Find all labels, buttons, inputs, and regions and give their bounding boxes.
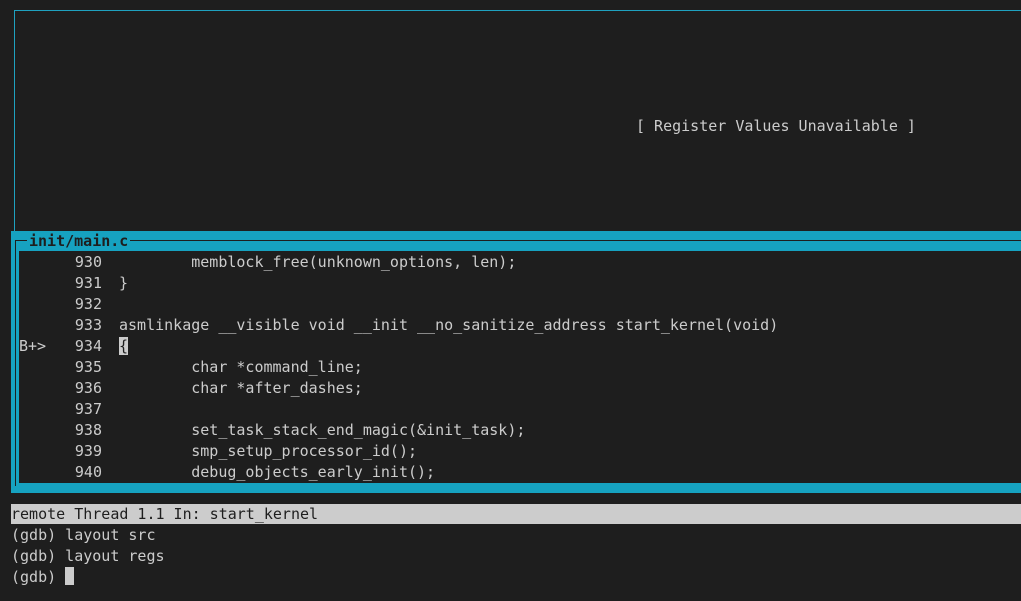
breakpoint-marker: [19, 252, 66, 273]
current-line-cursor: {: [119, 337, 129, 355]
line-number: 933: [74, 316, 102, 334]
breakpoint-marker: [19, 420, 66, 441]
command-window[interactable]: (gdb) layout src (gdb) layout regs (gdb): [11, 525, 1021, 588]
command-history-line: (gdb) layout src: [11, 526, 156, 544]
source-line[interactable]: 933 asmlinkage __visible void __init __no…: [19, 315, 1021, 336]
prompt-text: (gdb): [11, 568, 57, 586]
breakpoint-marker: [19, 441, 66, 462]
breakpoint-marker: [19, 357, 66, 378]
line-number: 932: [74, 295, 102, 313]
breakpoint-marker: [19, 294, 66, 315]
breakpoint-marker: B+>: [19, 337, 47, 355]
source-line[interactable]: 932: [19, 294, 1021, 315]
status-bar: remote Thread 1.1 In: start_kernel: [11, 504, 1021, 524]
source-frame-left: [15, 240, 16, 486]
register-unavailable-message: [ Register Values Unavailable ]: [636, 117, 916, 135]
terminal-window: [ Register Values Unavailable ] init/mai…: [0, 0, 1021, 601]
line-number: 939: [74, 442, 102, 460]
code-text: set_task_stack_end_magic(&init_task);: [119, 421, 526, 439]
source-line[interactable]: B+> 934 {: [19, 336, 1021, 357]
source-line[interactable]: 936 char *after_dashes;: [19, 378, 1021, 399]
breakpoint-marker: [19, 315, 66, 336]
code-text: memblock_free(unknown_options, len);: [119, 253, 517, 271]
code-text: asmlinkage __visible void __init __no_sa…: [119, 316, 779, 334]
code-text: char *after_dashes;: [119, 379, 363, 397]
line-number: 938: [74, 421, 102, 439]
code-text: debug_objects_early_init();: [119, 463, 436, 481]
line-number: 940: [74, 463, 102, 481]
source-line[interactable]: 939 smp_setup_processor_id();: [19, 441, 1021, 462]
source-code-lines[interactable]: 930 memblock_free(unknown_options, len);…: [19, 252, 1021, 483]
source-line[interactable]: 940 debug_objects_early_init();: [19, 462, 1021, 483]
line-number: 935: [74, 358, 102, 376]
line-number: 931: [74, 274, 102, 292]
source-frame-top: [15, 240, 1021, 241]
command-history-line: (gdb) layout regs: [11, 547, 165, 565]
line-number: 937: [74, 400, 102, 418]
line-number: 934: [74, 337, 102, 355]
breakpoint-marker: [19, 378, 66, 399]
source-filename-title: init/main.c: [27, 231, 131, 251]
breakpoint-marker: [19, 273, 66, 294]
source-line[interactable]: 931}: [19, 273, 1021, 294]
text-cursor[interactable]: [65, 567, 75, 585]
current-code-text: {: [119, 336, 129, 357]
source-line[interactable]: 938 set_task_stack_end_magic(&init_task)…: [19, 420, 1021, 441]
code-text: }: [119, 274, 129, 292]
source-line[interactable]: 937: [19, 399, 1021, 420]
code-text: smp_setup_processor_id();: [119, 442, 418, 460]
line-number: 930: [74, 253, 102, 271]
line-number: 936: [74, 379, 102, 397]
command-prompt[interactable]: (gdb): [11, 567, 1021, 588]
breakpoint-marker: [19, 399, 66, 420]
breakpoint-marker: [19, 462, 66, 483]
source-line[interactable]: 930 memblock_free(unknown_options, len);: [19, 252, 1021, 273]
code-text: char *command_line;: [119, 358, 363, 376]
source-line[interactable]: 935 char *command_line;: [19, 357, 1021, 378]
